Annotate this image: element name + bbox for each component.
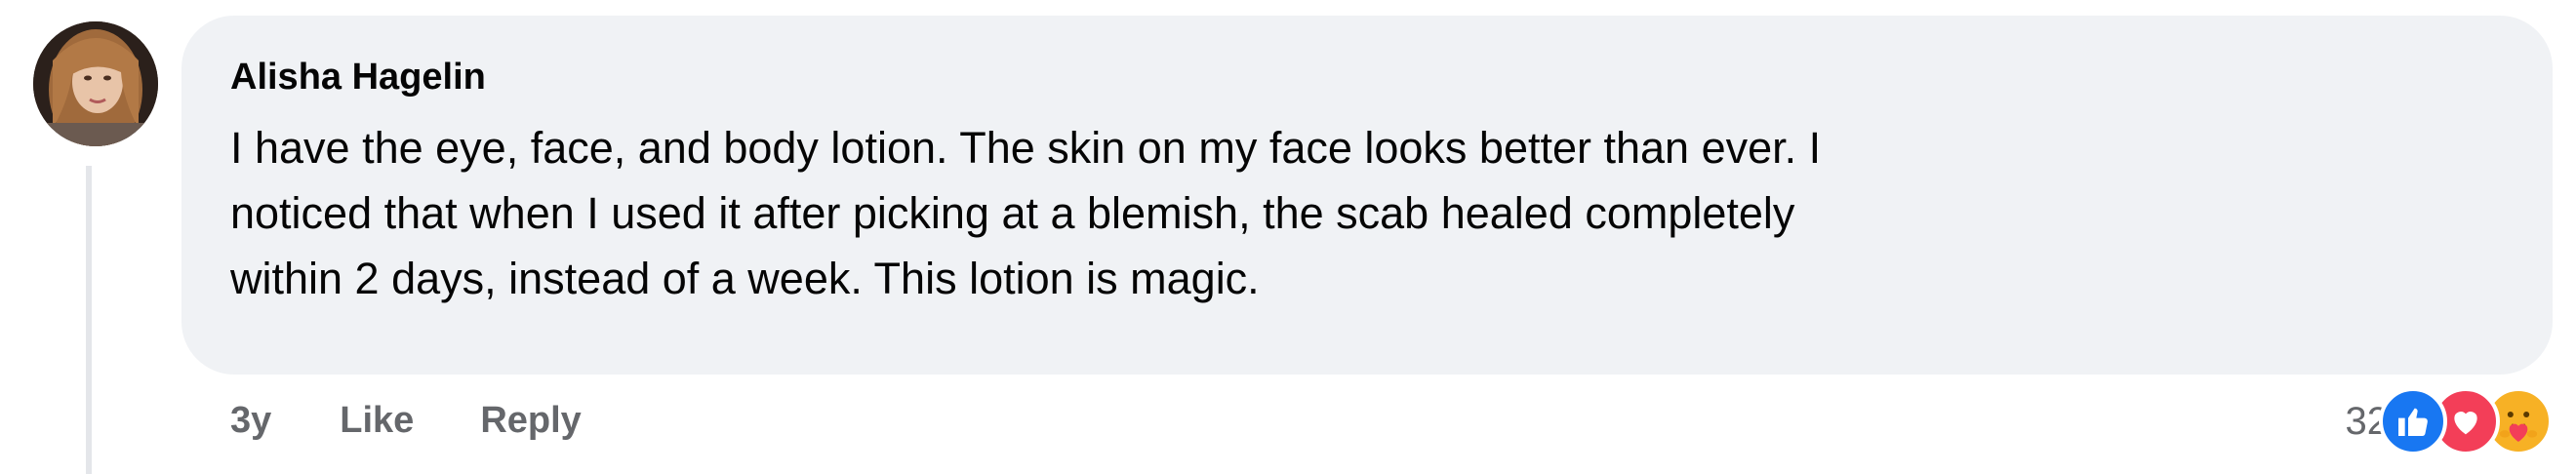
- comment-author[interactable]: Alisha Hagelin: [230, 57, 486, 99]
- reactions-summary[interactable]: 32: [2346, 386, 2553, 456]
- reply-button[interactable]: Reply: [480, 400, 581, 442]
- comment-line: noticed that when I used it after pickin…: [230, 188, 1795, 238]
- like-button[interactable]: Like: [340, 400, 414, 442]
- comment-line: I have the eye, face, and body lotion. T…: [230, 123, 1822, 173]
- comment-bubble: Alisha Hagelin I have the eye, face, and…: [181, 16, 2553, 375]
- thread-line: [86, 166, 92, 474]
- comment-body: I have the eye, face, and body lotion. T…: [230, 115, 2475, 311]
- avatar[interactable]: [33, 21, 158, 146]
- comment-timestamp[interactable]: 3y: [230, 400, 271, 442]
- like-icon: [2379, 387, 2447, 455]
- comment-actions: 3y Like Reply: [230, 396, 582, 445]
- comment-line: within 2 days, instead of a week. This l…: [230, 254, 1260, 303]
